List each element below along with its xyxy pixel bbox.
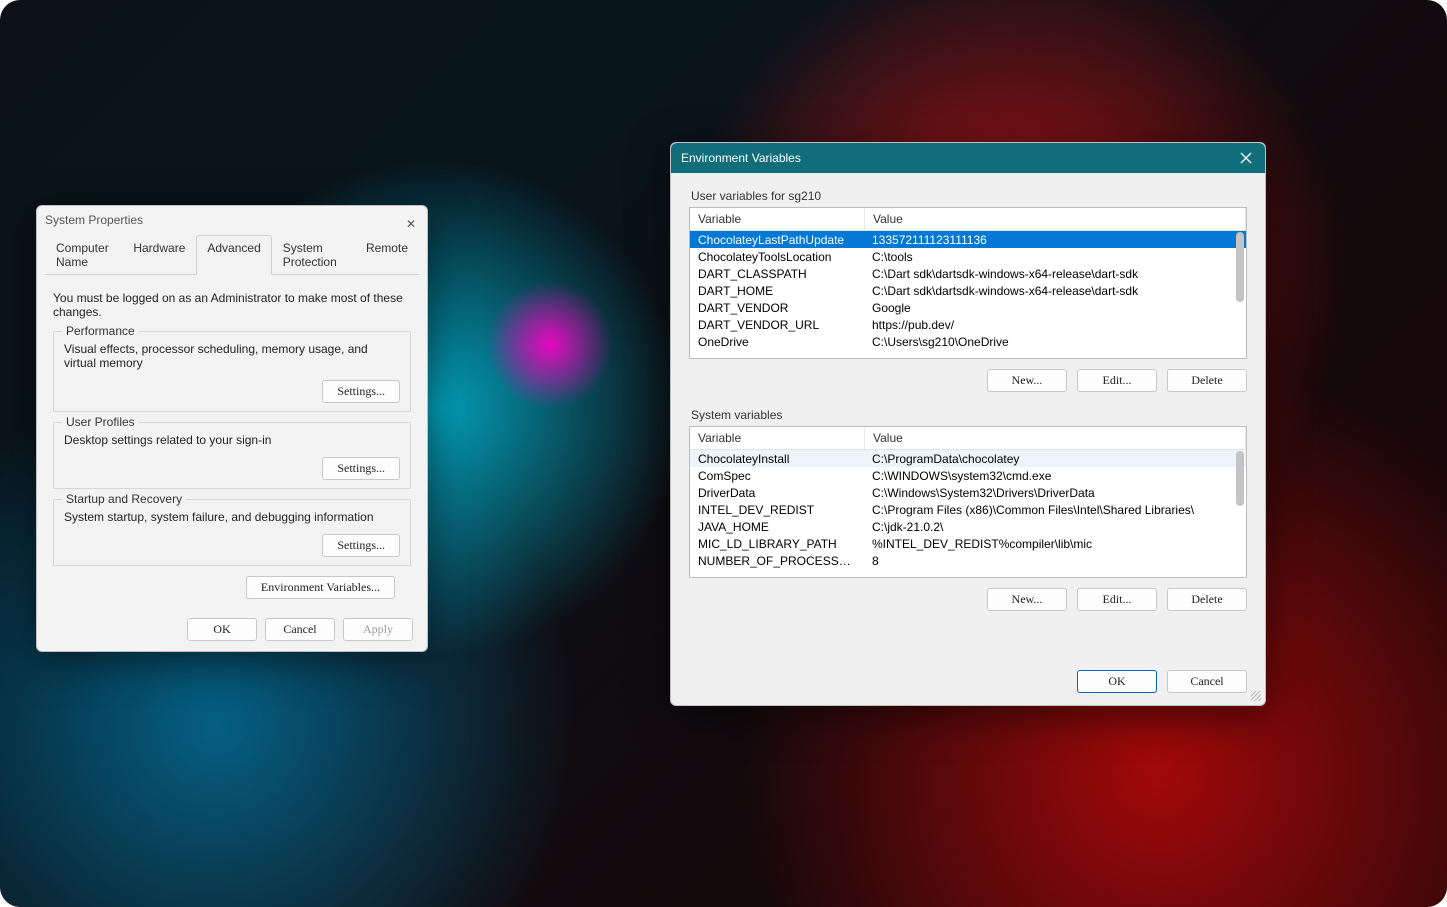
profiles-settings-button[interactable]: Settings... [322,457,400,480]
cell-value: Google [864,299,1246,316]
sys-new-button[interactable]: New... [987,588,1067,611]
desktop-wallpaper: System Properties ✕ Computer Name Hardwa… [0,0,1447,907]
table-row[interactable]: ChocolateyLastPathUpdate1335721111231111… [690,231,1246,248]
sysprops-title: System Properties [45,213,143,227]
table-row[interactable]: DART_VENDOR_URLhttps://pub.dev/ [690,316,1246,333]
table-row[interactable]: DART_VENDORGoogle [690,299,1246,316]
sys-delete-button[interactable]: Delete [1167,588,1247,611]
environment-variables-dialog: Environment Variables User variables for… [670,142,1266,706]
cancel-button[interactable]: Cancel [265,618,335,641]
envvars-titlebar[interactable]: Environment Variables [671,143,1265,173]
user-delete-button[interactable]: Delete [1167,369,1247,392]
cell-value: %INTEL_DEV_REDIST%compiler\lib\mic [864,535,1246,552]
cell-value: C:\Dart sdk\dartsdk-windows-x64-release\… [864,282,1246,299]
table-row[interactable]: NUMBER_OF_PROCESSORS8 [690,552,1246,569]
sysprops-titlebar[interactable]: System Properties ✕ [37,206,427,234]
close-icon[interactable] [1237,149,1255,167]
col-variable[interactable]: Variable [690,208,865,230]
user-new-button[interactable]: New... [987,369,1067,392]
cell-variable: DART_VENDOR_URL [690,316,864,333]
startup-legend: Startup and Recovery [62,492,186,506]
tab-system-protection[interactable]: System Protection [272,235,355,275]
table-row[interactable]: DART_HOMEC:\Dart sdk\dartsdk-windows-x64… [690,282,1246,299]
user-profiles-group: User Profiles Desktop settings related t… [53,422,411,489]
cancel-button[interactable]: Cancel [1167,670,1247,693]
sysprops-tabs: Computer Name Hardware Advanced System P… [45,234,419,275]
cell-value: C:\WINDOWS\system32\cmd.exe [864,467,1246,484]
cell-value: https://pub.dev/ [864,316,1246,333]
cell-variable: DriverData [690,484,864,501]
table-row[interactable]: ChocolateyInstallC:\ProgramData\chocolat… [690,450,1246,467]
cell-variable: INTEL_DEV_REDIST [690,501,864,518]
close-icon[interactable]: ✕ [401,210,421,230]
system-properties-dialog: System Properties ✕ Computer Name Hardwa… [36,205,428,652]
resize-grip-icon[interactable] [1251,691,1261,701]
admin-note: You must be logged on as an Administrato… [53,291,411,319]
cell-variable: ChocolateyToolsLocation [690,248,864,265]
col-variable[interactable]: Variable [690,427,865,449]
cell-value: C:\Windows\System32\Drivers\DriverData [864,484,1246,501]
cell-value: C:\Users\sg210\OneDrive [864,333,1246,350]
performance-group: Performance Visual effects, processor sc… [53,331,411,412]
table-row[interactable]: MIC_LD_LIBRARY_PATH%INTEL_DEV_REDIST%com… [690,535,1246,552]
performance-desc: Visual effects, processor scheduling, me… [64,342,400,370]
tab-advanced[interactable]: Advanced [196,235,271,275]
user-vars-table[interactable]: Variable Value ChocolateyLastPathUpdate1… [689,207,1247,359]
tab-remote[interactable]: Remote [355,235,419,275]
cell-variable: NUMBER_OF_PROCESSORS [690,552,864,569]
cell-variable: ChocolateyInstall [690,450,864,467]
col-value[interactable]: Value [865,427,1246,449]
system-vars-table[interactable]: Variable Value ChocolateyInstallC:\Progr… [689,426,1247,578]
table-row[interactable]: DART_CLASSPATHC:\Dart sdk\dartsdk-window… [690,265,1246,282]
system-vars-label: System variables [691,408,1265,422]
cell-value: C:\Dart sdk\dartsdk-windows-x64-release\… [864,265,1246,282]
table-row[interactable]: ChocolateyToolsLocationC:\tools [690,248,1246,265]
cell-variable: JAVA_HOME [690,518,864,535]
performance-legend: Performance [62,324,139,338]
ok-button[interactable]: OK [1077,670,1157,693]
cell-variable: ComSpec [690,467,864,484]
cell-value: C:\ProgramData\chocolatey [864,450,1246,467]
startup-desc: System startup, system failure, and debu… [64,510,400,524]
cell-variable: DART_VENDOR [690,299,864,316]
cell-value: C:\Program Files (x86)\Common Files\Inte… [864,501,1246,518]
table-row[interactable]: DriverDataC:\Windows\System32\Drivers\Dr… [690,484,1246,501]
table-row[interactable]: JAVA_HOMEC:\jdk-21.0.2\ [690,518,1246,535]
tab-computer-name[interactable]: Computer Name [45,235,122,275]
cell-variable: OneDrive [690,333,864,350]
tab-hardware[interactable]: Hardware [122,235,196,275]
cell-value: C:\jdk-21.0.2\ [864,518,1246,535]
cell-value: 8 [864,552,1246,569]
environment-variables-button[interactable]: Environment Variables... [246,576,395,599]
startup-recovery-group: Startup and Recovery System startup, sys… [53,499,411,566]
col-value[interactable]: Value [865,208,1246,230]
envvars-title: Environment Variables [681,151,801,165]
table-row[interactable]: ComSpecC:\WINDOWS\system32\cmd.exe [690,467,1246,484]
ok-button[interactable]: OK [187,618,257,641]
profiles-legend: User Profiles [62,415,139,429]
scrollbar-thumb[interactable] [1236,232,1244,302]
profiles-desc: Desktop settings related to your sign-in [64,433,400,447]
apply-button[interactable]: Apply [343,618,413,641]
cell-variable: DART_CLASSPATH [690,265,864,282]
sys-edit-button[interactable]: Edit... [1077,588,1157,611]
scrollbar-thumb[interactable] [1236,451,1244,506]
performance-settings-button[interactable]: Settings... [322,380,400,403]
user-edit-button[interactable]: Edit... [1077,369,1157,392]
table-row[interactable]: INTEL_DEV_REDISTC:\Program Files (x86)\C… [690,501,1246,518]
cell-variable: MIC_LD_LIBRARY_PATH [690,535,864,552]
cell-value: C:\tools [864,248,1246,265]
cell-variable: DART_HOME [690,282,864,299]
cell-value: 133572111123111136 [864,231,1246,248]
startup-settings-button[interactable]: Settings... [322,534,400,557]
user-vars-label: User variables for sg210 [691,189,1265,203]
table-row[interactable]: OneDriveC:\Users\sg210\OneDrive [690,333,1246,350]
cell-variable: ChocolateyLastPathUpdate [690,231,864,248]
